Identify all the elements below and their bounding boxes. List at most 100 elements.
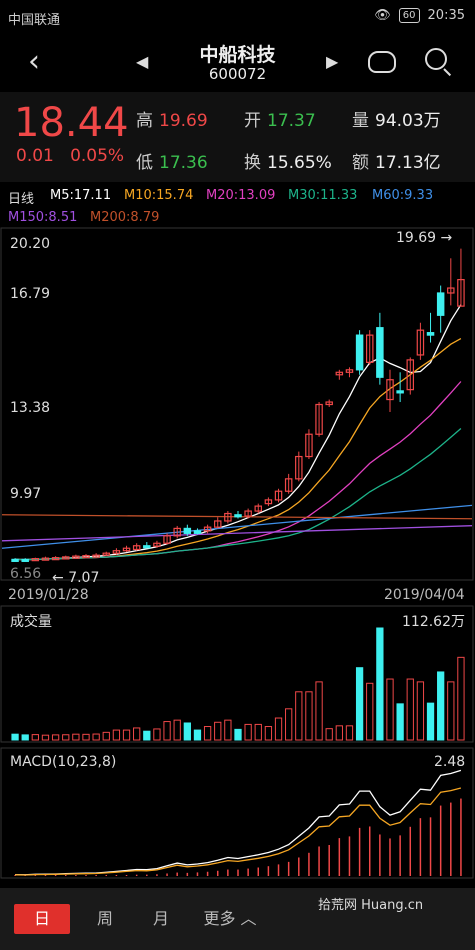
volume-bar [426,702,435,741]
tab-month[interactable]: 月 [146,904,176,934]
carrier-label: 中国联通 [8,13,61,28]
volume-bar [437,671,445,741]
next-stock-icon[interactable]: ▶ [326,52,338,71]
watermark-logo: 拾荒网 Huang.cn [318,898,424,913]
volume-bar [82,733,90,741]
volume-bar [51,734,60,741]
kline-chart[interactable] [0,188,475,888]
volume-bar [234,728,242,741]
volume-bar [416,681,425,741]
clock: 20:35 [427,8,465,23]
ma150-line [1,525,473,542]
stock-name: 中船科技 [199,44,276,66]
volume-bar [102,731,110,741]
battery-icon: 60 [398,8,420,23]
ma5-line [15,304,462,561]
volume-bar [345,725,354,741]
volume-bar [203,726,212,741]
volume-bar [41,734,50,741]
candle [11,558,19,562]
candle [376,327,384,378]
tab-week[interactable]: 周 [90,904,120,934]
volume-bar [355,667,364,741]
search-icon[interactable] [425,48,447,70]
last-price: 18.44 [14,100,129,146]
amount-value: 额 17.13亿 [352,153,441,173]
stock-code: 600072 [208,65,267,83]
volume-bar [173,719,181,741]
candle [355,334,364,371]
tab-more[interactable]: 更多 ︿ [200,904,260,934]
candle [436,292,445,316]
macd-value: 2.48 [434,754,466,770]
volume-bar [62,734,70,741]
candle [193,530,202,534]
volume-bar [122,729,131,741]
candle [143,545,151,549]
volume-bar [335,725,343,741]
y-tick-2: 13.38 [10,400,51,416]
volume-bar [72,733,80,741]
y-tick-1: 16.79 [10,286,51,302]
volume-bar [153,728,161,741]
status-bar: 中国联通 👁 60 20:35 [0,0,475,34]
volume-bar [285,708,293,741]
volume-title: 成交量 [10,614,52,630]
volume-value: 量 94.03万 [352,111,441,131]
y-tick-0: 20.20 [10,236,51,252]
price-change: 0.01 0.05% [16,146,125,166]
start-date: 2019/01/28 [8,587,89,603]
volume-bar [264,726,273,741]
volume-bar [325,728,333,741]
volume-bar [305,691,313,741]
volume-bar [386,678,394,741]
min-price-label: ← 7.07 [52,570,100,586]
open-value: 开 17.37 [244,111,316,131]
volume-bar [31,734,39,741]
ma30-line [15,428,462,561]
volume-bar [254,723,262,741]
quote-panel: 18.44 0.01 0.05% 高 19.69 低 17.36 开 17.37 换1… [0,92,475,182]
tab-day[interactable]: 日 [14,904,70,934]
volume-bar [376,627,384,741]
volume-bar [183,722,191,741]
candle [234,514,242,518]
volume-bar [112,729,121,741]
max-price-label: 19.69 → [396,230,453,246]
macd-dea-line [15,787,462,876]
candle [183,527,192,534]
volume-bar [447,681,455,741]
candle [426,332,435,336]
volume-bar [133,727,141,741]
volume-bar [406,678,414,741]
macd-title: MACD(10,23,8) [10,754,117,770]
volume-bar [396,703,404,741]
volume-bar [143,730,151,741]
volume-bar [274,717,283,741]
volume-bar [214,721,222,741]
robot-icon[interactable] [368,51,396,73]
eye-icon: 👁 [374,8,391,23]
macd-dif-line [15,769,462,876]
volume-bar [457,656,465,741]
nav-bar: ‹ ◀ 中船科技 600072 ▶ [0,34,475,92]
y-tick-3: 9.97 [10,486,42,502]
volume-bar [163,721,171,741]
candle [21,558,29,562]
volume-bar [244,723,252,741]
volume-bar [21,734,29,741]
volume-bar [315,681,323,741]
volume-max: 112.62万 [402,614,465,630]
volume-bar [11,733,19,741]
volume-bar [92,733,100,741]
volume-bar [224,719,232,741]
volume-bar [366,682,374,741]
turnover-value: 换 15.65% [244,153,332,173]
high-value: 高 19.69 [136,111,208,131]
y-tick-4: 6.56 [10,566,42,582]
volume-bar [295,691,303,741]
low-value: 低 17.36 [136,153,208,173]
end-date: 2019/04/04 [384,587,465,603]
volume-bar [193,729,202,741]
candle [396,390,404,394]
